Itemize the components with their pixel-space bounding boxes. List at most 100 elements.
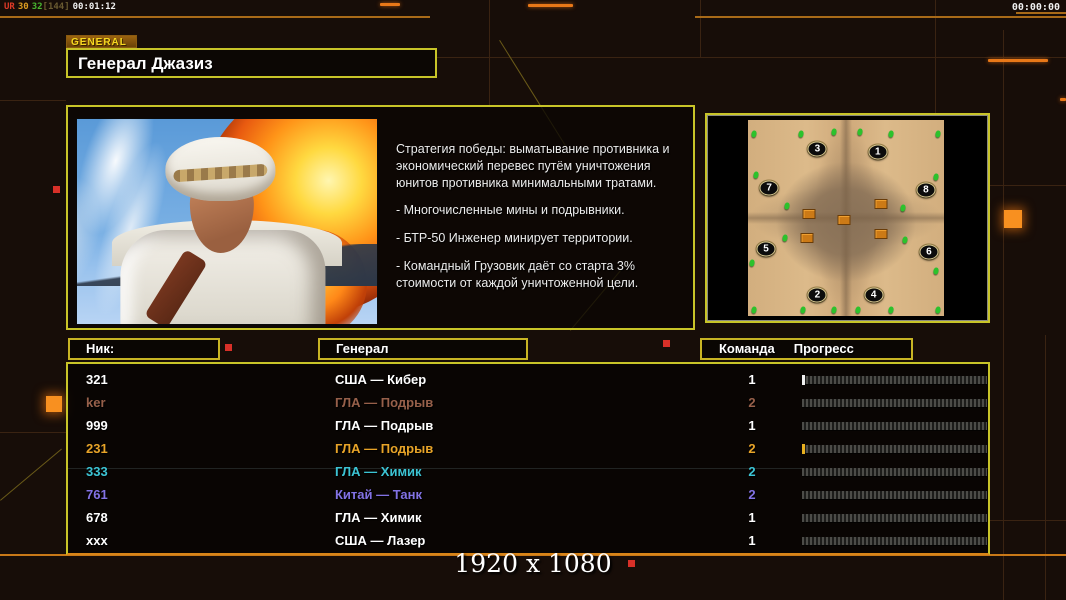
player-progress-bar [802,468,987,476]
player-general: США — Кибер [335,372,427,387]
strategy-description: Стратегия победы: выматывание противника… [396,141,688,302]
supply-dot [887,306,895,315]
minimap-panel: 3 1 7 8 5 6 2 4 [705,113,990,323]
player-nick: 678 [86,510,108,525]
supply-dot [752,170,760,179]
player-rows: 321 США — Кибер 1 ker ГЛА — Подрыв 2 999 ГЛА — … [68,368,988,552]
render-value: 32 [31,2,43,12]
strategy-paragraph: Стратегия победы: выматывание противника… [396,142,670,190]
supply-dot [887,129,895,138]
frame-cap-value: [144] [42,2,70,12]
spawn-marker: 7 [759,180,779,196]
player-nick: 999 [86,418,108,433]
strategy-bullet-1: - Многочисленные мины и подрывники. [396,203,625,218]
strategy-bullet-3: - Командный Грузовик даёт со старта 3% с… [396,258,639,290]
player-progress-bar [802,514,987,522]
fps-label: UR [4,2,15,12]
general-name-title: Генерал Джазиз [66,48,437,78]
building-marker [800,232,814,243]
building-marker [874,228,888,239]
player-progress-bar [802,399,987,407]
player-progress-bar [802,491,987,499]
supply-dot [932,266,940,275]
player-general: США — Лазер [335,533,426,548]
player-row: 321 США — Кибер 1 [68,368,988,391]
supply-dot [750,306,758,315]
player-team: 1 [748,418,756,433]
player-team: 1 [748,372,756,387]
header-team-progress: Команда Прогресс [700,338,913,360]
supply-dot [782,233,789,242]
supply-dot [934,129,942,138]
general-tab-label: GENERAL [66,35,137,48]
supply-dot [748,259,756,268]
spawn-marker: 4 [864,287,884,303]
building-marker [802,209,816,220]
building-marker [837,214,851,225]
minimap-image: 3 1 7 8 5 6 2 4 [748,120,944,316]
player-nick: ker [86,395,106,410]
supply-dot [934,306,942,315]
player-team: 2 [748,487,756,502]
player-general: ГЛА — Химик [335,510,422,525]
general-portrait [76,118,378,325]
player-row: 999 ГЛА — Подрыв 1 [68,414,988,437]
supply-dot [932,172,940,181]
figure-turban [165,137,276,201]
supply-dot [856,127,863,136]
player-nick: 761 [86,487,108,502]
building-marker [874,199,888,210]
player-progress-bar [802,537,987,545]
player-team: 1 [748,533,756,548]
header-nick: Ник: [68,338,220,360]
supply-dot [797,129,805,138]
player-progress-bar [802,444,987,454]
supply-dot [901,235,908,244]
player-row: ker ГЛА — Подрыв 2 [68,391,988,414]
player-team: 2 [748,464,756,479]
player-general: ГЛА — Химик [335,464,422,479]
player-progress-bar [802,375,987,385]
player-row: 678 ГЛА — Химик 1 [68,506,988,529]
player-nick: 321 [86,372,108,387]
supply-dot [899,204,907,213]
player-nick: 231 [86,441,108,456]
spawn-marker: 8 [916,182,936,198]
player-row: 761 Китай — Танк 2 [68,483,988,506]
player-row: 333 ГЛА — Химик 2 [68,460,988,483]
spawn-marker: 6 [919,244,939,260]
player-general: Китай — Танк [335,487,422,502]
header-team: Команда [719,341,775,356]
players-table: 321 США — Кибер 1 ker ГЛА — Подрыв 2 999 ГЛА — … [66,362,990,555]
supply-dot [831,127,838,136]
resolution-label: 1920 x 1080 [454,549,612,578]
player-nick: xxx [86,533,108,548]
strategy-bullet-2: - БТР-50 Инженер минирует территории. [396,231,633,245]
fps-value: 30 [17,2,29,12]
progress-cursor [802,375,805,385]
player-row: 231 ГЛА — Подрыв 2 [68,437,988,460]
general-info-panel: Стратегия победы: выматывание противника… [66,105,695,330]
spawn-marker: 5 [756,241,776,257]
player-general: ГЛА — Подрыв [335,418,434,433]
supply-dot [854,306,861,315]
supply-dot [750,129,758,138]
supply-dot [784,202,791,211]
session-timer: 00:01:12 [72,2,116,12]
player-general: ГЛА — Подрыв [335,441,434,456]
player-nick: 333 [86,464,108,479]
supply-dot [799,306,807,315]
supply-dot [831,306,838,315]
player-team: 1 [748,510,756,525]
player-general: ГЛА — Подрыв [335,395,434,410]
spawn-marker: 3 [807,141,827,157]
progress-cursor [802,444,805,454]
header-general: Генерал [318,338,528,360]
match-timer: 00:00:00 [1011,2,1060,13]
player-progress-bar [802,422,987,430]
fps-counter: UR 30 32[144] 00:01:12 [4,2,119,12]
spawn-marker: 1 [868,144,888,160]
player-team: 2 [748,441,756,456]
spawn-marker: 2 [807,287,827,303]
player-team: 2 [748,395,756,410]
